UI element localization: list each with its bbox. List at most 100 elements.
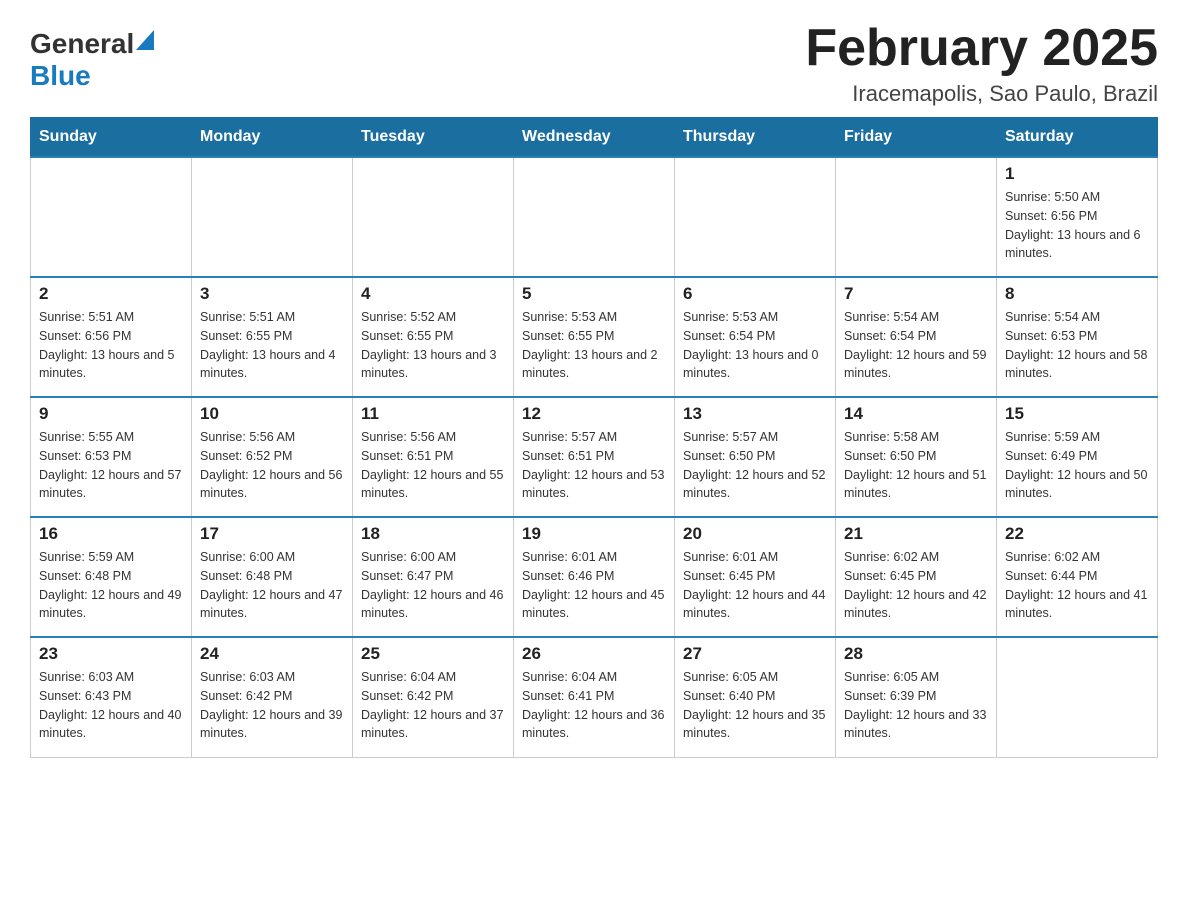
day-number: 24 xyxy=(200,644,344,664)
day-info: Sunrise: 5:52 AMSunset: 6:55 PMDaylight:… xyxy=(361,308,505,383)
day-number: 26 xyxy=(522,644,666,664)
week-row-4: 16Sunrise: 5:59 AMSunset: 6:48 PMDayligh… xyxy=(31,517,1158,637)
calendar-cell: 6 Sunrise: 5:53 AMSunset: 6:54 PMDaylight… xyxy=(675,277,836,397)
calendar-cell: 14 Sunrise: 5:58 AMSunset: 6:50 PMDayligh… xyxy=(836,397,997,517)
day-number: 10 xyxy=(200,404,344,424)
day-number: 18 xyxy=(361,524,505,544)
calendar-cell: 4 Sunrise: 5:52 AMSunset: 6:55 PMDaylight… xyxy=(353,277,514,397)
header-day-monday: Monday xyxy=(192,118,353,158)
calendar-cell: 13 Sunrise: 5:57 AMSunset: 6:50 PMDayligh… xyxy=(675,397,836,517)
calendar-cell xyxy=(997,637,1158,757)
header-day-wednesday: Wednesday xyxy=(514,118,675,158)
day-info: Sunrise: 6:03 AMSunset: 6:43 PMDaylight:… xyxy=(39,668,183,743)
title-area: February 2025 Iracemapolis, Sao Paulo, B… xyxy=(805,20,1158,107)
day-number: 15 xyxy=(1005,404,1149,424)
header-day-sunday: Sunday xyxy=(31,118,192,158)
calendar-cell: 9Sunrise: 5:55 AMSunset: 6:53 PMDaylight… xyxy=(31,397,192,517)
day-info: Sunrise: 5:58 AMSunset: 6:50 PMDaylight:… xyxy=(844,428,988,503)
day-info: Sunrise: 6:02 AMSunset: 6:44 PMDaylight:… xyxy=(1005,548,1149,623)
day-info: Sunrise: 5:56 AMSunset: 6:52 PMDaylight:… xyxy=(200,428,344,503)
header-day-thursday: Thursday xyxy=(675,118,836,158)
day-info: Sunrise: 6:02 AMSunset: 6:45 PMDaylight:… xyxy=(844,548,988,623)
calendar-cell: 1 Sunrise: 5:50 AMSunset: 6:56 PMDaylight… xyxy=(997,157,1158,277)
day-number: 21 xyxy=(844,524,988,544)
calendar-cell: 28 Sunrise: 6:05 AMSunset: 6:39 PMDayligh… xyxy=(836,637,997,757)
day-info: Sunrise: 5:54 AMSunset: 6:54 PMDaylight:… xyxy=(844,308,988,383)
calendar-cell xyxy=(31,157,192,277)
header: General Blue February 2025 Iracemapolis,… xyxy=(30,20,1158,107)
calendar-cell: 27 Sunrise: 6:05 AMSunset: 6:40 PMDayligh… xyxy=(675,637,836,757)
calendar-cell xyxy=(514,157,675,277)
day-info: Sunrise: 6:03 AMSunset: 6:42 PMDaylight:… xyxy=(200,668,344,743)
day-info: Sunrise: 6:04 AMSunset: 6:41 PMDaylight:… xyxy=(522,668,666,743)
day-info: Sunrise: 5:57 AMSunset: 6:50 PMDaylight:… xyxy=(683,428,827,503)
week-row-5: 23 Sunrise: 6:03 AMSunset: 6:43 PMDayligh… xyxy=(31,637,1158,757)
header-day-tuesday: Tuesday xyxy=(353,118,514,158)
day-info: Sunrise: 5:51 AMSunset: 6:56 PMDaylight:… xyxy=(39,308,183,383)
calendar-cell: 26 Sunrise: 6:04 AMSunset: 6:41 PMDayligh… xyxy=(514,637,675,757)
calendar-cell: 2 Sunrise: 5:51 AMSunset: 6:56 PMDaylight… xyxy=(31,277,192,397)
header-day-saturday: Saturday xyxy=(997,118,1158,158)
day-info: Sunrise: 6:01 AMSunset: 6:45 PMDaylight:… xyxy=(683,548,827,623)
day-info: Sunrise: 6:05 AMSunset: 6:39 PMDaylight:… xyxy=(844,668,988,743)
day-number: 23 xyxy=(39,644,183,664)
day-number: 19 xyxy=(522,524,666,544)
day-number: 5 xyxy=(522,284,666,304)
calendar-cell: 25 Sunrise: 6:04 AMSunset: 6:42 PMDayligh… xyxy=(353,637,514,757)
calendar-cell: 23 Sunrise: 6:03 AMSunset: 6:43 PMDayligh… xyxy=(31,637,192,757)
calendar-cell: 10 Sunrise: 5:56 AMSunset: 6:52 PMDayligh… xyxy=(192,397,353,517)
logo-general-text: General xyxy=(30,28,134,60)
logo-blue-text: Blue xyxy=(30,60,91,92)
day-info: Sunrise: 6:01 AMSunset: 6:46 PMDaylight:… xyxy=(522,548,666,623)
logo-arrow-icon xyxy=(136,30,154,55)
day-info: Sunrise: 5:53 AMSunset: 6:54 PMDaylight:… xyxy=(683,308,827,383)
calendar-cell xyxy=(353,157,514,277)
location-title: Iracemapolis, Sao Paulo, Brazil xyxy=(805,81,1158,107)
calendar-cell: 11 Sunrise: 5:56 AMSunset: 6:51 PMDayligh… xyxy=(353,397,514,517)
day-info: Sunrise: 5:59 AMSunset: 6:48 PMDaylight:… xyxy=(39,548,183,623)
calendar-cell: 8Sunrise: 5:54 AMSunset: 6:53 PMDaylight… xyxy=(997,277,1158,397)
calendar-cell: 7Sunrise: 5:54 AMSunset: 6:54 PMDaylight… xyxy=(836,277,997,397)
day-info: Sunrise: 5:57 AMSunset: 6:51 PMDaylight:… xyxy=(522,428,666,503)
day-info: Sunrise: 5:51 AMSunset: 6:55 PMDaylight:… xyxy=(200,308,344,383)
day-number: 1 xyxy=(1005,164,1149,184)
week-row-1: 1 Sunrise: 5:50 AMSunset: 6:56 PMDaylight… xyxy=(31,157,1158,277)
day-number: 12 xyxy=(522,404,666,424)
calendar-table: SundayMondayTuesdayWednesdayThursdayFrid… xyxy=(30,117,1158,758)
calendar-cell: 20Sunrise: 6:01 AMSunset: 6:45 PMDayligh… xyxy=(675,517,836,637)
day-number: 25 xyxy=(361,644,505,664)
calendar-cell: 18Sunrise: 6:00 AMSunset: 6:47 PMDayligh… xyxy=(353,517,514,637)
calendar-cell xyxy=(192,157,353,277)
day-number: 14 xyxy=(844,404,988,424)
header-row: SundayMondayTuesdayWednesdayThursdayFrid… xyxy=(31,118,1158,158)
calendar-cell: 24 Sunrise: 6:03 AMSunset: 6:42 PMDayligh… xyxy=(192,637,353,757)
calendar-cell: 3Sunrise: 5:51 AMSunset: 6:55 PMDaylight… xyxy=(192,277,353,397)
day-number: 13 xyxy=(683,404,827,424)
day-info: Sunrise: 5:59 AMSunset: 6:49 PMDaylight:… xyxy=(1005,428,1149,503)
calendar-cell: 22 Sunrise: 6:02 AMSunset: 6:44 PMDayligh… xyxy=(997,517,1158,637)
week-row-3: 9Sunrise: 5:55 AMSunset: 6:53 PMDaylight… xyxy=(31,397,1158,517)
day-number: 28 xyxy=(844,644,988,664)
day-number: 2 xyxy=(39,284,183,304)
calendar-cell: 12 Sunrise: 5:57 AMSunset: 6:51 PMDayligh… xyxy=(514,397,675,517)
day-number: 4 xyxy=(361,284,505,304)
day-info: Sunrise: 5:53 AMSunset: 6:55 PMDaylight:… xyxy=(522,308,666,383)
calendar-cell: 5 Sunrise: 5:53 AMSunset: 6:55 PMDaylight… xyxy=(514,277,675,397)
week-row-2: 2 Sunrise: 5:51 AMSunset: 6:56 PMDaylight… xyxy=(31,277,1158,397)
header-day-friday: Friday xyxy=(836,118,997,158)
calendar-cell: 19 Sunrise: 6:01 AMSunset: 6:46 PMDayligh… xyxy=(514,517,675,637)
day-number: 27 xyxy=(683,644,827,664)
day-number: 22 xyxy=(1005,524,1149,544)
day-number: 9 xyxy=(39,404,183,424)
day-info: Sunrise: 5:56 AMSunset: 6:51 PMDaylight:… xyxy=(361,428,505,503)
day-number: 11 xyxy=(361,404,505,424)
day-number: 8 xyxy=(1005,284,1149,304)
logo: General Blue xyxy=(30,20,154,92)
day-info: Sunrise: 6:04 AMSunset: 6:42 PMDaylight:… xyxy=(361,668,505,743)
day-number: 6 xyxy=(683,284,827,304)
calendar-cell: 21 Sunrise: 6:02 AMSunset: 6:45 PMDayligh… xyxy=(836,517,997,637)
calendar-cell: 17Sunrise: 6:00 AMSunset: 6:48 PMDayligh… xyxy=(192,517,353,637)
day-info: Sunrise: 6:05 AMSunset: 6:40 PMDaylight:… xyxy=(683,668,827,743)
day-info: Sunrise: 5:50 AMSunset: 6:56 PMDaylight:… xyxy=(1005,188,1149,263)
calendar-cell: 15 Sunrise: 5:59 AMSunset: 6:49 PMDayligh… xyxy=(997,397,1158,517)
